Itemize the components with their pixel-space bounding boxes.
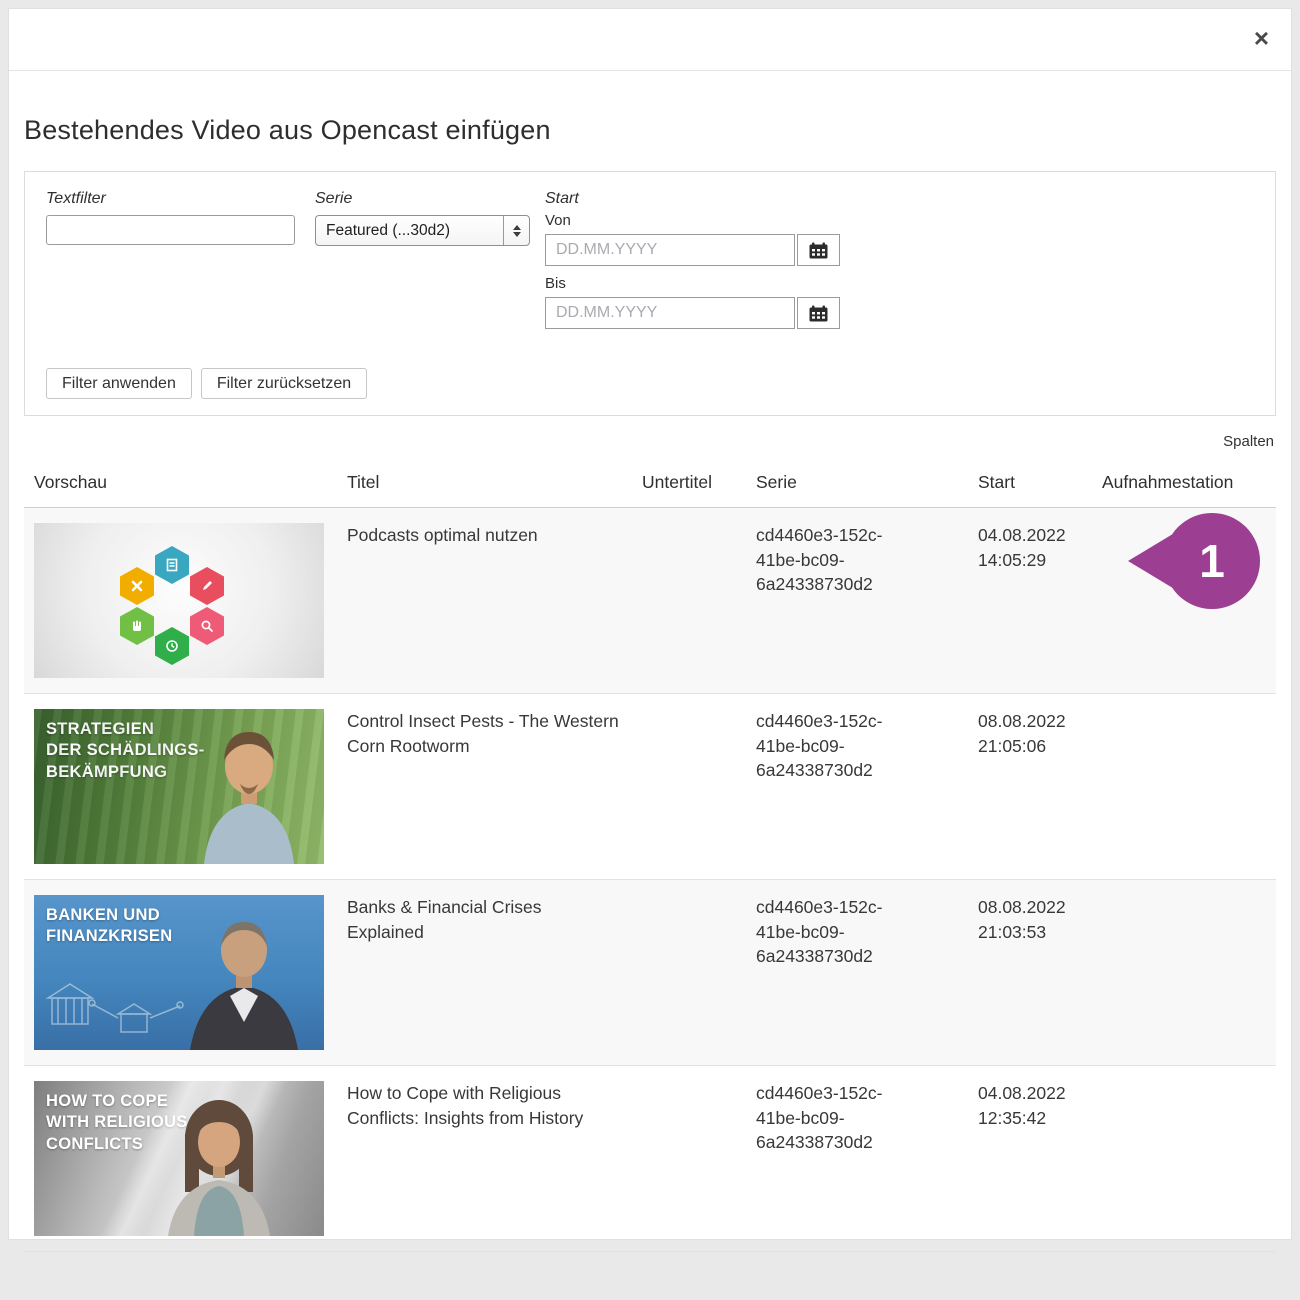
cell-start: 08.08.2022 21:05:06	[968, 694, 1092, 880]
table-row[interactable]: HOW TO COPE WITH RELIGIOUS CONFLICTS How…	[24, 1066, 1276, 1252]
start-group: Start Von	[545, 190, 840, 338]
cell-untertitel	[632, 508, 746, 694]
video-thumbnail[interactable]: STRATEGIEN DER SCHÄDLINGS- BEKÄMPFUNG	[34, 709, 324, 864]
cell-start: 08.08.2022 21:03:53	[968, 880, 1092, 1066]
calendar-icon	[809, 305, 828, 322]
cell-serie: cd4460e3-152c- 41be-bc09- 6a24338730d2	[746, 508, 968, 694]
video-thumbnail[interactable]: BANKEN UND FINANZKRISEN	[34, 895, 324, 1050]
header-untertitel: Untertitel	[632, 460, 746, 508]
cell-titel: Podcasts optimal nutzen	[337, 508, 632, 694]
video-title: Banks & Financial Crises Explained	[347, 897, 542, 942]
date-from-input[interactable]	[545, 234, 795, 266]
cell-aufnahmestation	[1092, 1066, 1276, 1252]
header-start: Start	[968, 460, 1092, 508]
page-title: Bestehendes Video aus Opencast einfügen	[24, 115, 1276, 146]
video-title: Control Insect Pests - The Western Corn …	[347, 711, 619, 756]
von-label: Von	[545, 212, 840, 229]
cell-titel: How to Cope with Religious Conflicts: In…	[337, 1066, 632, 1252]
cell-vorschau: STRATEGIEN DER SCHÄDLINGS- BEKÄMPFUNG	[24, 694, 337, 880]
table-row[interactable]: STRATEGIEN DER SCHÄDLINGS- BEKÄMPFUNG Co…	[24, 694, 1276, 880]
x-icon	[120, 567, 154, 605]
table-row[interactable]: BANKEN UND FINANZKRISEN Banks & Financia…	[24, 880, 1276, 1066]
cell-untertitel	[632, 880, 746, 1066]
video-table: Vorschau Titel Untertitel Serie Start Au…	[24, 460, 1276, 1252]
magnifier-icon	[190, 607, 224, 645]
cell-untertitel	[632, 1066, 746, 1252]
calendar-from-button[interactable]	[797, 234, 840, 266]
filter-panel: Textfilter Serie Featured (...30d2) Star…	[24, 171, 1276, 416]
close-icon[interactable]: ×	[1254, 25, 1269, 51]
header-serie: Serie	[746, 460, 968, 508]
table-header-row: Vorschau Titel Untertitel Serie Start Au…	[24, 460, 1276, 508]
video-start-time: 04.08.2022 12:35:42	[978, 1083, 1066, 1128]
cell-vorschau	[24, 508, 337, 694]
opencast-dialog: × Bestehendes Video aus Opencast einfüge…	[8, 8, 1292, 1240]
person-figure	[164, 714, 324, 864]
cell-vorschau: HOW TO COPE WITH RELIGIOUS CONFLICTS	[24, 1066, 337, 1252]
video-start-time: 08.08.2022 21:03:53	[978, 897, 1066, 942]
cell-aufnahmestation	[1092, 694, 1276, 880]
calendar-icon	[809, 242, 828, 259]
date-to-input[interactable]	[545, 297, 795, 329]
columns-row: Spalten	[26, 433, 1274, 451]
video-title: Podcasts optimal nutzen	[347, 525, 538, 545]
start-label: Start	[545, 190, 840, 208]
textfilter-input[interactable]	[46, 215, 295, 245]
serie-group: Serie Featured (...30d2)	[315, 190, 530, 246]
header-aufnahmestation: Aufnahmestation	[1092, 460, 1276, 508]
hand-icon	[120, 607, 154, 645]
header-titel: Titel	[337, 460, 632, 508]
cell-serie: cd4460e3-152c- 41be-bc09- 6a24338730d2	[746, 880, 968, 1066]
columns-selector[interactable]: Spalten	[1223, 433, 1274, 450]
pencil-icon	[190, 567, 224, 605]
person-figure	[134, 1086, 304, 1236]
video-start-time: 08.08.2022 21:05:06	[978, 711, 1066, 756]
cell-titel: Control Insect Pests - The Western Corn …	[337, 694, 632, 880]
video-series-id: cd4460e3-152c- 41be-bc09- 6a24338730d2	[756, 711, 882, 780]
clock-icon	[155, 627, 189, 665]
chevron-updown-icon	[503, 216, 529, 245]
serie-select[interactable]: Featured (...30d2)	[315, 215, 530, 246]
cell-start: 04.08.2022 14:05:29	[968, 508, 1092, 694]
video-series-id: cd4460e3-152c- 41be-bc09- 6a24338730d2	[756, 525, 882, 594]
video-thumbnail[interactable]: HOW TO COPE WITH RELIGIOUS CONFLICTS	[34, 1081, 324, 1236]
header-vorschau: Vorschau	[24, 460, 337, 508]
dialog-body: Bestehendes Video aus Opencast einfügen …	[9, 115, 1291, 1252]
bis-label: Bis	[545, 275, 840, 292]
serie-select-value: Featured (...30d2)	[316, 222, 503, 240]
calendar-to-button[interactable]	[797, 297, 840, 329]
video-thumbnail[interactable]	[34, 523, 324, 678]
textfilter-label: Textfilter	[46, 190, 295, 208]
video-series-id: cd4460e3-152c- 41be-bc09- 6a24338730d2	[756, 897, 882, 966]
table-row[interactable]: Podcasts optimal nutzen cd4460e3-152c- 4…	[24, 508, 1276, 694]
cell-aufnahmestation	[1092, 508, 1276, 694]
cell-serie: cd4460e3-152c- 41be-bc09- 6a24338730d2	[746, 1066, 968, 1252]
person-figure	[154, 900, 324, 1050]
cell-start: 04.08.2022 12:35:42	[968, 1066, 1092, 1252]
serie-label: Serie	[315, 190, 530, 208]
cell-aufnahmestation	[1092, 880, 1276, 1066]
video-title: How to Cope with Religious Conflicts: In…	[347, 1083, 583, 1128]
cell-titel: Banks & Financial Crises Explained	[337, 880, 632, 1066]
video-series-id: cd4460e3-152c- 41be-bc09- 6a24338730d2	[756, 1083, 882, 1152]
cell-serie: cd4460e3-152c- 41be-bc09- 6a24338730d2	[746, 694, 968, 880]
filter-apply-button[interactable]: Filter anwenden	[46, 368, 192, 399]
filter-reset-button[interactable]: Filter zurücksetzen	[201, 368, 367, 399]
cell-vorschau: BANKEN UND FINANZKRISEN	[24, 880, 337, 1066]
cell-untertitel	[632, 694, 746, 880]
textfilter-group: Textfilter	[46, 190, 295, 245]
video-start-time: 04.08.2022 14:05:29	[978, 525, 1066, 570]
checklist-icon	[155, 546, 189, 584]
dialog-header: ×	[9, 9, 1291, 71]
